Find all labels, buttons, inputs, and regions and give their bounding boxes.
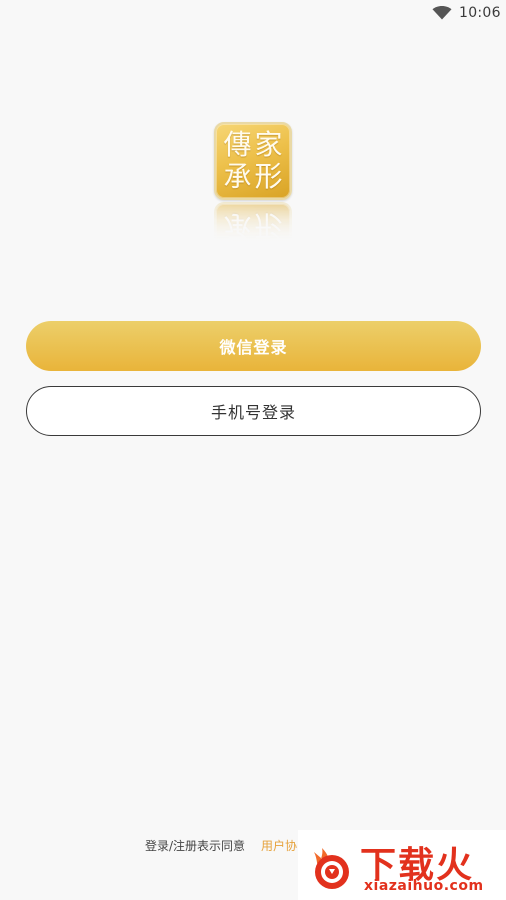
watermark-url: xiazaihuo.com — [364, 878, 484, 894]
wechat-login-button[interactable]: 微信登录 — [26, 321, 481, 371]
logo-char: 承 — [223, 160, 252, 193]
watermark-flame-icon — [314, 848, 349, 889]
user-agreement-link[interactable]: 用户协 — [261, 837, 297, 854]
reflection-fade — [214, 202, 292, 242]
app-logo: 傳 家 承 形 傳 家 承 形 — [214, 122, 294, 242]
wifi-icon — [432, 6, 452, 20]
logo-char: 傳 — [223, 128, 252, 161]
status-bar: 10:06 — [0, 0, 506, 28]
logo-tile: 傳 家 承 形 — [214, 122, 292, 200]
watermark: 下载火 xiazaihuo.com — [298, 830, 506, 900]
logo-reflection: 傳 家 承 形 — [214, 202, 292, 242]
agreement-text: 登录/注册表示同意 — [145, 839, 246, 853]
status-time: 10:06 — [459, 5, 501, 21]
logo-char: 家 — [254, 128, 283, 161]
logo-char: 形 — [254, 160, 283, 193]
phone-login-button[interactable]: 手机号登录 — [26, 386, 481, 436]
